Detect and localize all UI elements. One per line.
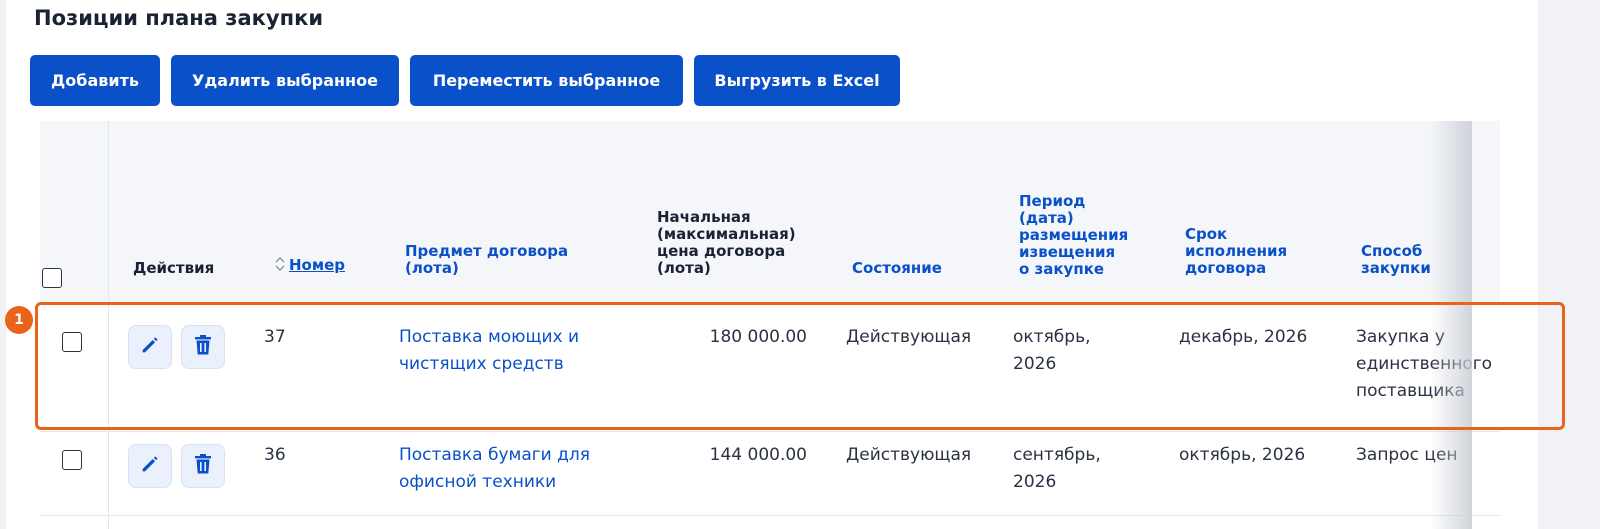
header-period-line: размещения [1019, 226, 1129, 244]
header-period-line: Период [1019, 192, 1086, 210]
row-checkbox[interactable] [62, 450, 82, 470]
sort-icon[interactable] [275, 256, 285, 272]
header-number[interactable]: Номер [289, 256, 345, 274]
header-term[interactable]: Срок исполнения договора [1185, 226, 1287, 277]
header-price-line: Начальная [657, 208, 751, 226]
header-term-line: Срок [1185, 225, 1228, 243]
header-subject[interactable]: Предмет договора (лота) [405, 243, 568, 277]
header-period[interactable]: Период (дата) размещения извещения о зак… [1019, 193, 1128, 278]
export-excel-button[interactable]: Выгрузить в Excel [694, 55, 900, 106]
header-period-line: о закупке [1019, 260, 1105, 278]
row-number: 36 [264, 445, 286, 465]
row-subject-link[interactable]: Поставка бумаги для офисной техники [399, 442, 590, 496]
header-status[interactable]: Состояние [852, 260, 942, 277]
highlight-frame [35, 302, 1565, 430]
header-method-line: закупки [1361, 259, 1431, 277]
header-subject-line: Предмет договора [405, 242, 569, 260]
header-period-line: (дата) [1019, 209, 1074, 227]
row-period-line: сентябрь, [1013, 445, 1101, 465]
header-method-line: Способ [1361, 242, 1423, 260]
row-period-line: 2026 [1013, 472, 1057, 492]
header-actions: Действия [133, 259, 215, 277]
annotation-marker: 1 [5, 306, 33, 334]
row-divider [40, 515, 1500, 516]
header-term-line: исполнения [1185, 242, 1288, 260]
header-price-line: (максимальная) [657, 225, 796, 243]
add-button[interactable]: Добавить [30, 55, 160, 106]
row-term: октябрь, 2026 [1179, 445, 1306, 465]
header-price-line: (лота) [657, 259, 711, 277]
header-period-line: извещения [1019, 243, 1116, 261]
row-period: сентябрь, 2026 [1013, 442, 1101, 496]
delete-selected-button[interactable]: Удалить выбранное [171, 55, 399, 106]
row-status: Действующая [846, 445, 972, 465]
page-title: Позиции плана закупки [34, 6, 324, 30]
header-price-line: цена договора [657, 242, 786, 260]
row-price: 144 000.00 [709, 445, 807, 465]
header-term-line: договора [1185, 259, 1267, 277]
trash-icon [193, 453, 213, 479]
right-panel [1506, 0, 1538, 529]
pencil-icon [139, 453, 161, 479]
edit-button[interactable] [128, 444, 172, 488]
row-subject-line: Поставка бумаги для [399, 445, 590, 465]
select-all-checkbox[interactable] [42, 268, 62, 288]
delete-button[interactable] [181, 444, 225, 488]
move-selected-button[interactable]: Переместить выбранное [410, 55, 683, 106]
header-subject-line: (лота) [405, 259, 459, 277]
header-price: Начальная (максимальная) цена договора (… [657, 209, 796, 277]
header-method[interactable]: Способ закупки [1361, 243, 1431, 277]
row-subject-line: офисной техники [399, 472, 557, 492]
